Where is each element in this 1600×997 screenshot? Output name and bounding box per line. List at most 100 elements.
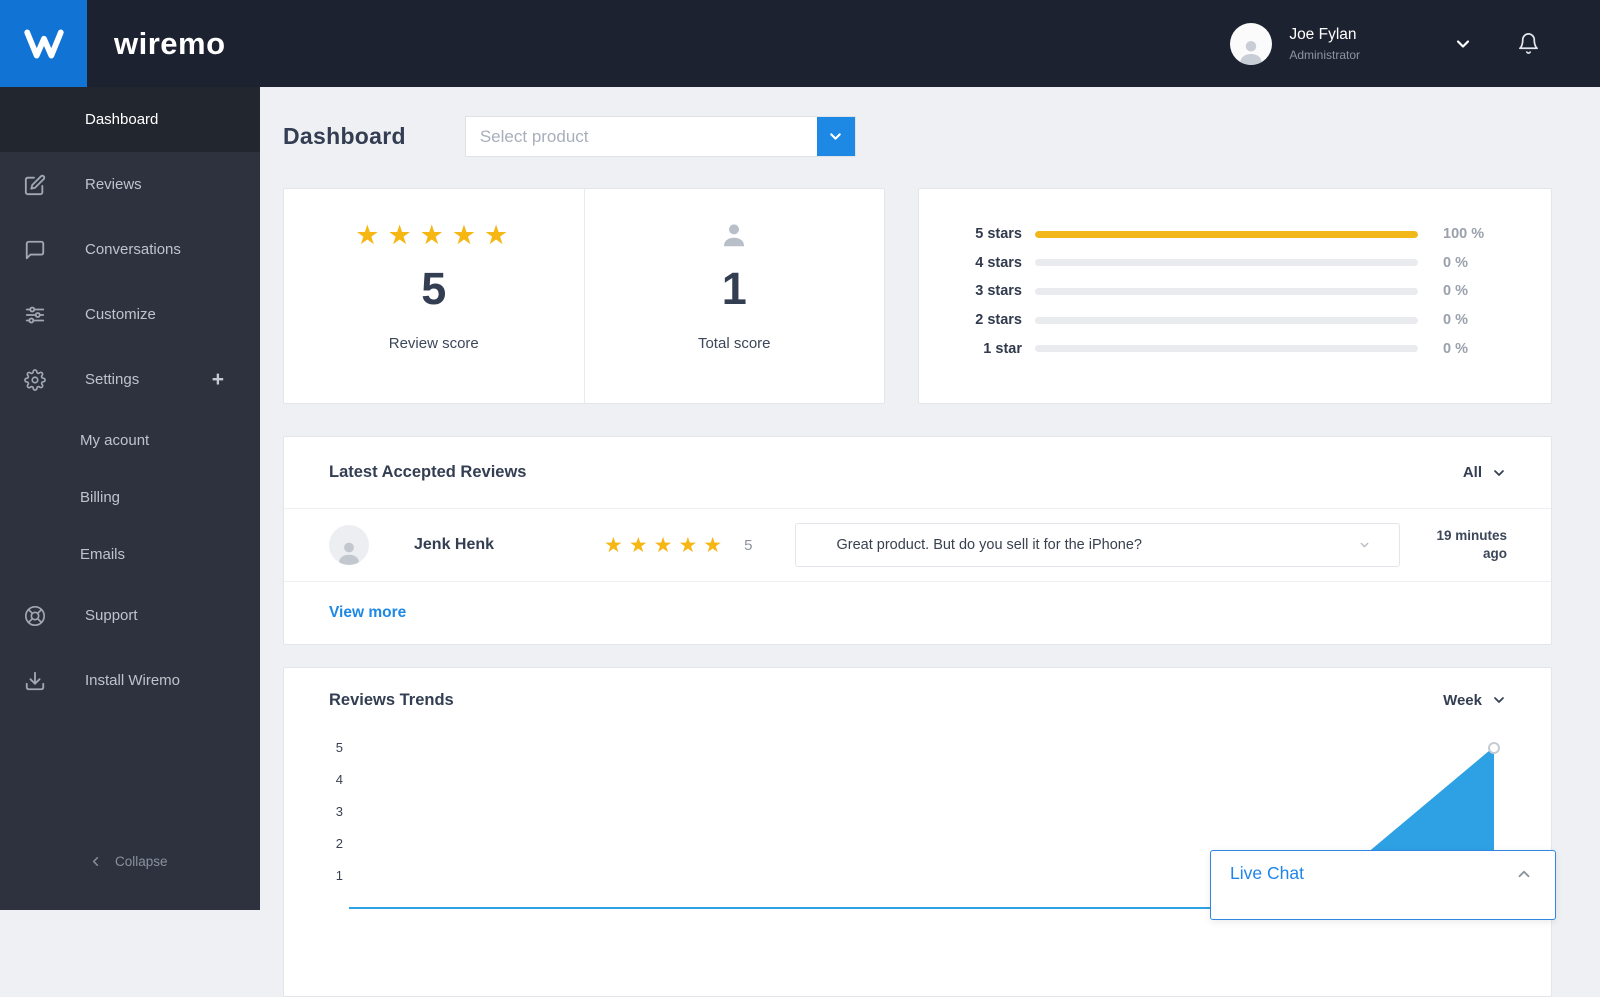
review-text-expander[interactable]: Great product. But do you sell it for th… bbox=[795, 523, 1400, 567]
sidebar-item-label: Customize bbox=[85, 306, 156, 323]
person-icon bbox=[719, 217, 749, 253]
user-avatar[interactable] bbox=[1230, 23, 1272, 65]
review-timestamp: 19 minutes ago bbox=[1425, 527, 1507, 563]
chevron-down-icon bbox=[1358, 539, 1371, 552]
star-distribution-card: 5 stars 100 % 4 stars 0 % 3 stars 0 % 2 … bbox=[918, 188, 1552, 404]
product-select-chevron-button[interactable] bbox=[817, 117, 855, 156]
latest-reviews-title: Latest Accepted Reviews bbox=[329, 463, 526, 482]
total-score-value: 1 bbox=[722, 263, 747, 315]
distribution-label: 5 stars bbox=[955, 226, 1022, 242]
distribution-bar bbox=[1035, 231, 1418, 238]
y-tick: 1 bbox=[329, 860, 343, 892]
distribution-bar bbox=[1035, 288, 1418, 295]
distribution-row: 2 stars 0 % bbox=[919, 306, 1551, 335]
wiremo-logo-icon[interactable] bbox=[0, 0, 87, 87]
distribution-row: 1 star 0 % bbox=[919, 334, 1551, 363]
chevron-down-icon bbox=[1491, 465, 1507, 481]
user-menu-chevron-down-icon[interactable] bbox=[1453, 34, 1473, 54]
sidebar-item-billing[interactable]: Billing bbox=[0, 469, 260, 526]
sidebar-item-label: Emails bbox=[80, 546, 125, 563]
trends-period-value: Week bbox=[1443, 692, 1482, 709]
page-title: Dashboard bbox=[283, 123, 406, 150]
sidebar-item-support[interactable]: Support bbox=[0, 583, 260, 648]
reviewer-name: Jenk Henk bbox=[414, 536, 604, 554]
notifications-bell-icon[interactable] bbox=[1517, 32, 1540, 55]
product-select-dropdown[interactable]: Select product bbox=[465, 116, 856, 157]
review-stars-icon: ★★★★★ bbox=[604, 533, 728, 558]
distribution-percent: 0 % bbox=[1443, 255, 1503, 271]
reviewer-avatar bbox=[329, 525, 369, 565]
sidebar-item-reviews[interactable]: Reviews bbox=[0, 152, 260, 217]
y-tick: 2 bbox=[329, 828, 343, 860]
total-score-panel: 1 Total score bbox=[584, 189, 885, 403]
y-tick: 4 bbox=[329, 764, 343, 796]
sidebar: Dashboard Reviews Conversations Customiz… bbox=[0, 87, 260, 910]
review-text: Great product. But do you sell it for th… bbox=[836, 537, 1141, 553]
total-score-label: Total score bbox=[698, 335, 771, 352]
distribution-percent: 100 % bbox=[1443, 226, 1503, 242]
reviews-filter-value: All bbox=[1463, 464, 1482, 481]
lifebuoy-icon bbox=[24, 605, 46, 627]
reviews-trends-card: Reviews Trends Week 5 4 3 2 1 bbox=[283, 667, 1552, 997]
sidebar-item-label: Install Wiremo bbox=[85, 672, 180, 689]
chevron-left-icon bbox=[88, 854, 103, 869]
distribution-label: 1 star bbox=[955, 341, 1022, 357]
plus-icon[interactable]: + bbox=[212, 368, 224, 392]
collapse-label: Collapse bbox=[115, 854, 168, 869]
user-info: Joe Fylan Administrator bbox=[1289, 26, 1360, 62]
sidebar-item-label: Reviews bbox=[85, 176, 142, 193]
distribution-row: 4 stars 0 % bbox=[919, 249, 1551, 278]
user-role: Administrator bbox=[1289, 48, 1360, 62]
sidebar-item-install-wiremo[interactable]: Install Wiremo bbox=[0, 648, 260, 713]
sidebar-item-customize[interactable]: Customize bbox=[0, 282, 260, 347]
sidebar-item-label: Billing bbox=[80, 489, 120, 506]
distribution-label: 4 stars bbox=[955, 255, 1022, 271]
distribution-label: 3 stars bbox=[955, 283, 1022, 299]
score-summary-card: ★★★★★ 5 Review score 1 Total score bbox=[283, 188, 885, 404]
view-more-link[interactable]: View more bbox=[329, 604, 406, 622]
distribution-percent: 0 % bbox=[1443, 341, 1503, 357]
brand-name: wiremo bbox=[114, 26, 226, 62]
topbar: wiremo Joe Fylan Administrator bbox=[0, 0, 1600, 87]
sidebar-item-emails[interactable]: Emails bbox=[0, 526, 260, 583]
review-score-number: 5 bbox=[744, 537, 752, 554]
user-name: Joe Fylan bbox=[1289, 26, 1360, 44]
download-icon bbox=[24, 670, 46, 692]
review-score-label: Review score bbox=[389, 335, 479, 352]
sidebar-item-label: Conversations bbox=[85, 241, 181, 258]
reviews-filter-dropdown[interactable]: All bbox=[1463, 464, 1507, 481]
distribution-percent: 0 % bbox=[1443, 283, 1503, 299]
y-tick: 3 bbox=[329, 796, 343, 828]
distribution-bar bbox=[1035, 259, 1418, 266]
review-score-stars-icon: ★★★★★ bbox=[351, 217, 516, 253]
chat-icon bbox=[24, 239, 46, 261]
distribution-row: 3 stars 0 % bbox=[919, 277, 1551, 306]
gear-icon bbox=[24, 369, 46, 391]
sidebar-item-label: Support bbox=[85, 607, 138, 624]
y-tick: 5 bbox=[329, 732, 343, 764]
chevron-up-icon bbox=[1515, 865, 1533, 883]
chevron-down-icon bbox=[1491, 692, 1507, 708]
sidebar-item-label: Dashboard bbox=[85, 111, 158, 128]
distribution-percent: 0 % bbox=[1443, 312, 1503, 328]
latest-reviews-card: Latest Accepted Reviews All Jenk Henk ★★… bbox=[283, 436, 1552, 645]
product-select-placeholder: Select product bbox=[466, 117, 817, 156]
distribution-bar bbox=[1035, 317, 1418, 324]
sidebar-item-label: My acount bbox=[80, 432, 149, 449]
live-chat-label: Live Chat bbox=[1230, 863, 1304, 884]
sidebar-item-settings[interactable]: Settings + bbox=[0, 347, 260, 412]
sliders-icon bbox=[24, 304, 46, 326]
sidebar-item-label: Settings bbox=[85, 371, 139, 388]
trends-title: Reviews Trends bbox=[329, 691, 454, 710]
distribution-row: 5 stars 100 % bbox=[919, 220, 1551, 249]
distribution-bar bbox=[1035, 345, 1418, 352]
sidebar-item-dashboard[interactable]: Dashboard bbox=[0, 87, 260, 152]
edit-icon bbox=[24, 174, 46, 196]
review-row: Jenk Henk ★★★★★ 5 Great product. But do … bbox=[284, 508, 1551, 582]
sidebar-item-my-account[interactable]: My acount bbox=[0, 412, 260, 469]
review-score-value: 5 bbox=[421, 263, 446, 315]
sidebar-item-conversations[interactable]: Conversations bbox=[0, 217, 260, 282]
trends-period-dropdown[interactable]: Week bbox=[1443, 692, 1507, 709]
review-score-panel: ★★★★★ 5 Review score bbox=[284, 189, 584, 403]
sidebar-collapse-button[interactable]: Collapse bbox=[0, 848, 260, 874]
